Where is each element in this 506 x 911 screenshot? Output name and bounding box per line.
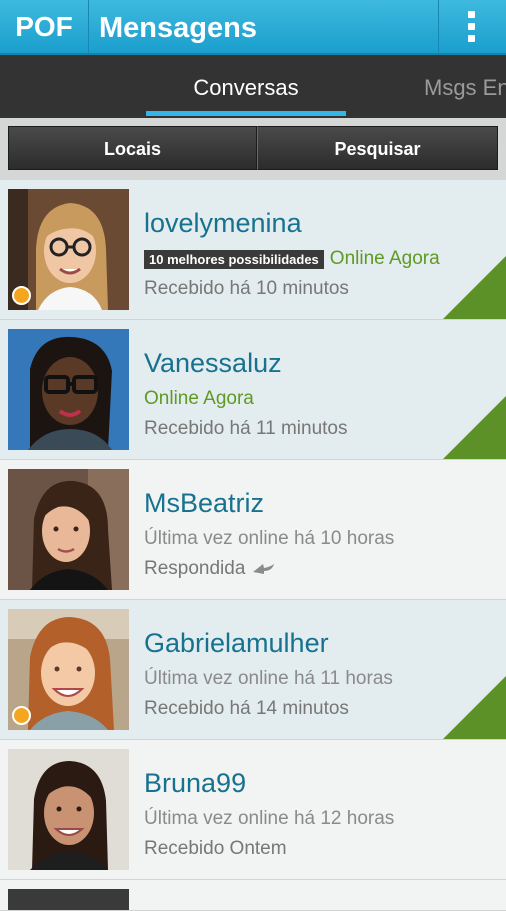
username: Vanessaluz — [144, 348, 282, 378]
last-seen-text: Última vez online há 12 horas — [144, 808, 395, 829]
message-time: Recebido há 11 minutos — [144, 418, 348, 439]
overflow-menu-icon[interactable] — [438, 0, 506, 53]
username: Bruna99 — [144, 768, 247, 798]
tab-msgs-enviadas[interactable]: Msgs En — [424, 55, 506, 118]
conversation-row[interactable]: Bruna99 Última vez online há 12 horas Re… — [0, 740, 506, 880]
conversation-row[interactable]: lovelymenina 10 melhores possibilidades O… — [0, 180, 506, 320]
pesquisar-button[interactable]: Pesquisar — [257, 126, 498, 170]
message-time: Recebido há 10 minutos — [144, 278, 349, 299]
message-status: Respondida — [144, 558, 246, 580]
avatar[interactable] — [8, 749, 129, 870]
username: lovelymenina — [144, 208, 302, 238]
unread-corner-marker — [443, 396, 506, 459]
conversation-row[interactable] — [0, 880, 506, 911]
unread-corner-marker — [443, 256, 506, 319]
avatar[interactable] — [8, 609, 129, 730]
page-title: Mensagens — [99, 12, 257, 44]
unread-corner-marker — [443, 676, 506, 739]
conversation-list: lovelymenina 10 melhores possibilidades O… — [0, 180, 506, 911]
message-time: Recebido Ontem — [144, 838, 287, 859]
active-tab-indicator — [146, 111, 346, 116]
online-status-text: Online Agora — [144, 388, 254, 409]
conversation-row[interactable]: MsBeatriz Última vez online há 10 horas … — [0, 460, 506, 600]
online-status-text: Online Agora — [329, 248, 440, 269]
avatar[interactable] — [8, 189, 129, 310]
conversation-row[interactable]: Gabrielamulher Última vez online há 11 h… — [0, 600, 506, 740]
username: MsBeatriz — [144, 488, 265, 518]
action-bar: Locais Pesquisar — [0, 118, 506, 180]
online-status-dot — [12, 286, 31, 305]
avatar[interactable] — [8, 329, 129, 450]
top-match-badge: 10 melhores possibilidades — [144, 249, 324, 269]
avatar[interactable] — [8, 469, 129, 590]
last-seen-text: Última vez online há 11 horas — [144, 668, 393, 689]
username: Gabrielamulher — [144, 628, 329, 658]
locais-button[interactable]: Locais — [8, 126, 257, 170]
conversation-row[interactable]: Vanessaluz Online Agora Recebido há 11 m… — [0, 320, 506, 460]
online-status-dot — [12, 706, 31, 725]
last-seen-text: Última vez online há 10 horas — [144, 528, 395, 549]
tab-bar: Conversas Msgs En — [0, 55, 506, 118]
pof-logo[interactable]: POF — [0, 0, 89, 53]
message-time: Recebido há 14 minutos — [144, 698, 349, 719]
reply-arrow-icon — [253, 558, 275, 580]
app-bar: POF Mensagens — [0, 0, 506, 55]
tab-conversas[interactable]: Conversas — [146, 55, 346, 118]
